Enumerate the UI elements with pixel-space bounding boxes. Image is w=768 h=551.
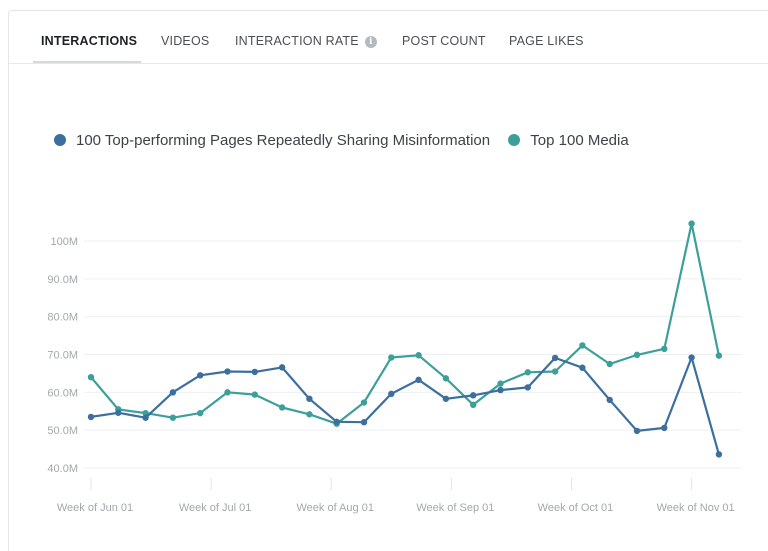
line-chart: 40.0M 50.0M 60.0M 70.0M 80.0M 90.0M 100M Week o…	[47, 220, 742, 514]
y-tick-label: 50.0M	[47, 425, 78, 437]
data-point-media	[442, 375, 450, 382]
data-point-media	[306, 411, 313, 418]
data-point-misinformation	[715, 451, 723, 458]
y-tick-label: 90.0M	[47, 274, 78, 286]
data-point-misinformation	[115, 409, 122, 416]
data-point-media	[197, 409, 204, 417]
data-point-media	[251, 391, 258, 398]
data-point-misinformation	[524, 384, 531, 391]
data-point-misinformation	[224, 368, 231, 375]
data-point-media	[278, 404, 286, 411]
data-point-misinformation	[169, 389, 177, 396]
data-point-media	[633, 351, 641, 359]
x-tick-label: Week of Oct 01	[538, 502, 614, 514]
x-tick-label: Week of Aug 01	[297, 502, 374, 514]
series-line-media	[90, 222, 720, 425]
data-point-misinformation	[251, 368, 258, 376]
y-tick-label: 60.0M	[47, 387, 78, 399]
data-point-misinformation	[333, 418, 340, 426]
data-point-media	[360, 399, 368, 406]
data-point-misinformation	[142, 414, 149, 421]
y-tick-label: 80.0M	[47, 312, 78, 324]
y-tick-label: 100M	[50, 236, 78, 248]
data-point-media	[497, 380, 504, 387]
data-point-misinformation	[388, 390, 395, 398]
y-tick-label: 40.0M	[47, 463, 78, 475]
data-point-misinformation	[87, 413, 95, 421]
data-point-media	[715, 352, 723, 359]
y-tick-label: 70.0M	[47, 350, 78, 362]
x-tick-label: Week of Nov 01	[657, 502, 735, 514]
data-point-misinformation	[278, 364, 286, 371]
data-point-media	[524, 369, 531, 376]
data-point-misinformation	[661, 424, 668, 432]
series-line-misinformation	[90, 356, 720, 455]
data-point-media	[388, 354, 395, 361]
x-tick-label: Week of Jun 01	[57, 502, 133, 514]
data-point-misinformation	[442, 395, 450, 402]
data-point-media	[224, 389, 231, 396]
data-point-media	[688, 220, 695, 227]
data-point-media	[579, 342, 586, 349]
data-point-media	[661, 345, 668, 353]
x-tick-label: Week of Jul 01	[179, 502, 252, 514]
data-point-media	[87, 374, 95, 381]
data-point-media	[470, 401, 477, 409]
x-tick-label: Week of Sep 01	[416, 502, 494, 514]
data-point-misinformation	[306, 395, 313, 402]
data-point-media	[415, 352, 422, 359]
data-point-media	[606, 360, 613, 368]
data-point-misinformation	[688, 354, 695, 361]
data-point-misinformation	[551, 354, 559, 362]
data-point-misinformation	[579, 364, 586, 371]
data-point-misinformation	[470, 392, 477, 399]
data-point-misinformation	[497, 386, 504, 394]
data-point-misinformation	[197, 372, 204, 379]
data-point-misinformation	[606, 396, 613, 404]
data-point-media	[551, 368, 559, 375]
data-point-misinformation	[360, 419, 368, 426]
data-point-misinformation	[633, 427, 641, 435]
data-point-media	[169, 414, 177, 421]
data-point-misinformation	[415, 376, 422, 384]
